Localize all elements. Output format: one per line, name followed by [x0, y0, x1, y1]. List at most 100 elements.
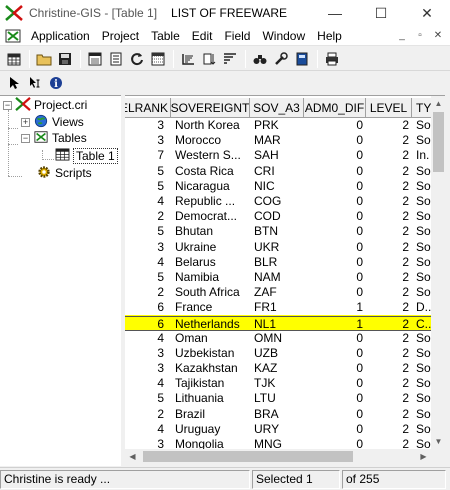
cell-sov-a3[interactable]: BRA — [250, 407, 304, 422]
cell-elrank[interactable]: 6 — [125, 300, 171, 315]
cell-sovereignt[interactable]: Oman — [171, 331, 250, 346]
cell-sovereignt[interactable]: Belarus — [171, 255, 250, 270]
table-row[interactable]: 3 Morocco MAR 0 2 So — [125, 133, 442, 148]
horizontal-scrollbar[interactable]: ◀ ▶ — [125, 449, 431, 464]
close-button[interactable]: ✕ — [404, 0, 450, 26]
cell-level[interactable]: 2 — [366, 391, 412, 406]
cell-elrank[interactable]: 5 — [125, 179, 171, 194]
cell-adm0-dif[interactable]: 0 — [304, 255, 366, 270]
sort-descending-icon[interactable] — [199, 49, 219, 69]
scroll-left-icon[interactable]: ◀ — [125, 449, 140, 464]
cell-adm0-dif[interactable]: 0 — [304, 179, 366, 194]
column-header-sov-a3[interactable]: SOV_A3 — [250, 98, 304, 118]
table-row[interactable]: 5 Costa Rica CRI 0 2 So — [125, 164, 442, 179]
cell-sov-a3[interactable]: UKR — [250, 240, 304, 255]
cell-adm0-dif[interactable]: 0 — [304, 376, 366, 391]
cell-sovereignt[interactable]: Bhutan — [171, 224, 250, 239]
table-props-icon[interactable] — [148, 49, 168, 69]
cell-level[interactable]: 2 — [366, 194, 412, 209]
cell-sov-a3[interactable]: COG — [250, 194, 304, 209]
cell-sov-a3[interactable]: URY — [250, 422, 304, 437]
cell-level[interactable]: 2 — [366, 224, 412, 239]
tree-node-views[interactable]: + Views — [21, 114, 84, 130]
table-row[interactable]: 4 Tajikistan TJK 0 2 So — [125, 376, 442, 391]
table-row[interactable]: 6 France FR1 1 2 D.. — [125, 300, 442, 315]
cell-adm0-dif[interactable]: 0 — [304, 391, 366, 406]
cell-sov-a3[interactable]: NIC — [250, 179, 304, 194]
table-row[interactable]: 7 Western S... SAH 0 2 In. — [125, 148, 442, 163]
menu-window[interactable]: Window — [256, 29, 311, 43]
cell-sov-a3[interactable]: COD — [250, 209, 304, 224]
column-header-sovereignt[interactable]: SOVEREIGNT — [171, 98, 250, 118]
cell-adm0-dif[interactable]: 0 — [304, 164, 366, 179]
cell-sov-a3[interactable]: UZB — [250, 346, 304, 361]
cell-sovereignt[interactable]: Kazakhstan — [171, 361, 250, 376]
cell-sovereignt[interactable]: Nicaragua — [171, 179, 250, 194]
save-icon[interactable] — [55, 49, 75, 69]
cell-level[interactable]: 2 — [366, 133, 412, 148]
new-table-icon[interactable] — [4, 49, 24, 69]
cell-adm0-dif[interactable]: 1 — [304, 300, 366, 315]
cell-sov-a3[interactable]: OMN — [250, 331, 304, 346]
cell-elrank[interactable]: 3 — [125, 133, 171, 148]
cell-level[interactable]: 2 — [366, 270, 412, 285]
find-icon[interactable] — [250, 49, 270, 69]
cell-sov-a3[interactable]: SAH — [250, 148, 304, 163]
cell-adm0-dif[interactable]: 0 — [304, 224, 366, 239]
cell-sovereignt[interactable]: Democrat... — [171, 209, 250, 224]
cell-elrank[interactable]: 3 — [125, 240, 171, 255]
cell-sovereignt[interactable]: France — [171, 300, 250, 315]
cell-sovereignt[interactable]: Uzbekistan — [171, 346, 250, 361]
cell-elrank[interactable]: 2 — [125, 209, 171, 224]
cell-adm0-dif[interactable]: 0 — [304, 422, 366, 437]
cell-sovereignt[interactable]: Mongolia — [171, 437, 250, 449]
cell-elrank[interactable]: 7 — [125, 148, 171, 163]
table-row[interactable]: 5 Namibia NAM 0 2 So — [125, 270, 442, 285]
scroll-down-icon[interactable]: ▼ — [431, 434, 446, 449]
cell-sov-a3[interactable]: PRK — [250, 118, 304, 133]
table-row[interactable]: 4 Uruguay URY 0 2 So — [125, 422, 442, 437]
cell-level[interactable]: 2 — [366, 118, 412, 133]
cell-sov-a3[interactable]: TJK — [250, 376, 304, 391]
tree-node-tables[interactable]: − Tables — [21, 130, 87, 146]
open-folder-icon[interactable] — [34, 49, 54, 69]
menu-edit[interactable]: Edit — [186, 29, 219, 43]
cell-level[interactable]: 2 — [366, 331, 412, 346]
cell-elrank[interactable]: 2 — [125, 285, 171, 300]
cell-sovereignt[interactable]: Lithuania — [171, 391, 250, 406]
cell-elrank[interactable]: 5 — [125, 164, 171, 179]
menu-field[interactable]: Field — [218, 29, 256, 43]
table-row[interactable]: 2 Brazil BRA 0 2 So — [125, 407, 442, 422]
cell-sov-a3[interactable]: BTN — [250, 224, 304, 239]
identify-icon[interactable] — [25, 73, 45, 93]
cell-sov-a3[interactable]: BLR — [250, 255, 304, 270]
cell-level[interactable]: 2 — [366, 179, 412, 194]
maximize-button[interactable]: ☐ — [358, 0, 404, 26]
tools-icon[interactable] — [271, 49, 291, 69]
cell-level[interactable]: 2 — [366, 148, 412, 163]
table-row[interactable]: 4 Belarus BLR 0 2 So — [125, 255, 442, 270]
cell-elrank[interactable]: 4 — [125, 255, 171, 270]
cell-sovereignt[interactable]: Namibia — [171, 270, 250, 285]
cell-sovereignt[interactable]: Morocco — [171, 133, 250, 148]
cell-sov-a3[interactable]: MAR — [250, 133, 304, 148]
table-row[interactable]: 2 South Africa ZAF 0 2 So — [125, 285, 442, 300]
cell-level[interactable]: 2 — [366, 240, 412, 255]
cell-sovereignt[interactable]: Republic ... — [171, 194, 250, 209]
select-arrow-icon[interactable] — [4, 73, 24, 93]
cell-adm0-dif[interactable]: 0 — [304, 285, 366, 300]
collapse-toggle[interactable]: − — [21, 133, 30, 143]
cell-adm0-dif[interactable]: 0 — [304, 194, 366, 209]
menu-application[interactable]: Application — [25, 29, 96, 43]
table-row[interactable]: 2 Democrat... COD 0 2 So — [125, 209, 442, 224]
table-row[interactable]: 5 Nicaragua NIC 0 2 So — [125, 179, 442, 194]
cell-adm0-dif[interactable]: 0 — [304, 148, 366, 163]
cell-sovereignt[interactable]: North Korea — [171, 118, 250, 133]
cell-elrank[interactable]: 5 — [125, 224, 171, 239]
menu-table[interactable]: Table — [145, 29, 186, 43]
column-header-adm0-dif[interactable]: ADM0_DIF — [304, 98, 366, 118]
cell-sovereignt[interactable]: Ukraine — [171, 240, 250, 255]
cell-level[interactable]: 2 — [366, 164, 412, 179]
cell-adm0-dif[interactable]: 0 — [304, 437, 366, 449]
cell-sovereignt[interactable]: South Africa — [171, 285, 250, 300]
